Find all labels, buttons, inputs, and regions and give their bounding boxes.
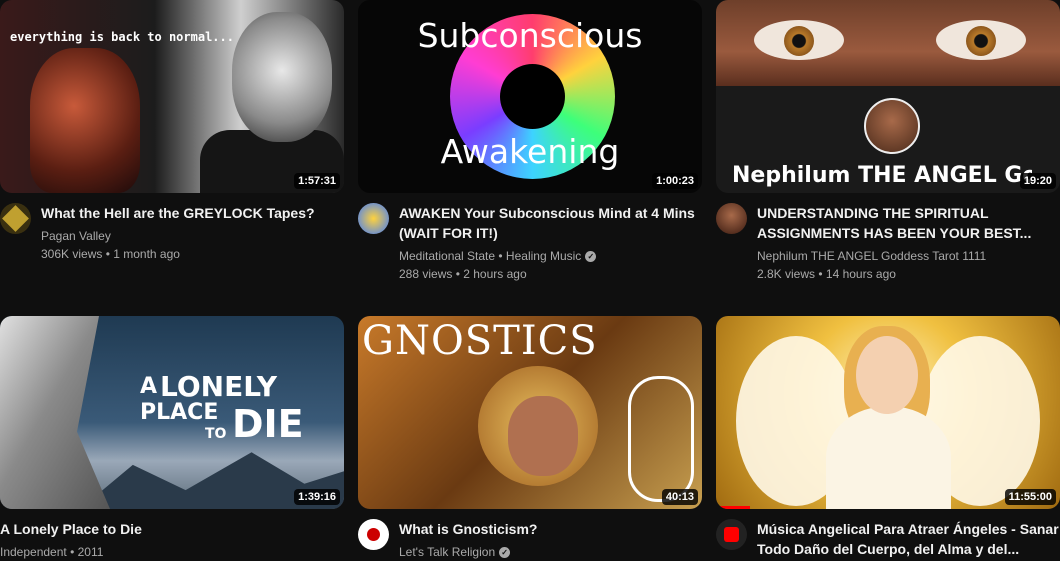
video-card[interactable]: GNOSTICS 40:13 What is Gnosticism? Let's… (358, 316, 702, 561)
thumbnail-caption: PLACE (140, 400, 219, 425)
thumbnail-caption: GNOSTICS (362, 318, 598, 364)
thumbnail-caption: everything is back to normal... (10, 30, 234, 44)
channel-avatar[interactable] (716, 519, 747, 550)
video-stats: 288 views • 2 hours ago (399, 267, 527, 281)
channel-name[interactable]: Let's Talk Religion ✓ (399, 543, 702, 561)
duration-badge: 1:39:16 (294, 489, 340, 505)
video-title[interactable]: Música Angelical Para Atraer Ángeles - S… (757, 519, 1060, 559)
video-thumbnail[interactable]: GNOSTICS 40:13 (358, 316, 702, 509)
video-thumbnail[interactable]: 11:55:00 (716, 316, 1060, 509)
thumbnail-art (30, 48, 140, 193)
video-thumbnail[interactable]: A LONELY PLACE TO DIE 1:39:16 (0, 316, 344, 509)
verified-icon: ✓ (585, 251, 597, 263)
watch-progress-bar (716, 506, 751, 509)
channel-avatar[interactable] (358, 203, 389, 234)
thumbnail-caption: DIE (232, 402, 304, 446)
video-title[interactable]: AWAKEN Your Subconscious Mind at 4 Mins … (399, 203, 702, 243)
video-card[interactable]: everything is back to normal... 1:57:31 … (0, 0, 344, 263)
video-thumbnail[interactable]: Subconscious Awakening 1:00:23 (358, 0, 702, 193)
video-title[interactable]: What the Hell are the GREYLOCK Tapes? (41, 203, 344, 223)
thumbnail-art (856, 336, 918, 414)
channel-name[interactable]: Independent • 2011 (0, 543, 344, 561)
thumbnail-art (232, 12, 332, 142)
thumbnail-caption: Subconscious (417, 16, 643, 55)
thumbnail-art (0, 316, 110, 509)
video-card[interactable]: Subconscious Awakening 1:00:23 AWAKEN Yo… (358, 0, 702, 283)
thumbnail-art (716, 0, 1060, 86)
channel-name-text[interactable]: Let's Talk Religion (399, 545, 495, 559)
video-thumbnail[interactable]: Nephilum THE ANGEL Goddess 19:20 (716, 0, 1060, 193)
thumbnail-art (826, 406, 951, 509)
thumbnail-art (628, 376, 694, 502)
video-card[interactable]: 11:55:00 Música Angelical Para Atraer Án… (716, 316, 1060, 559)
thumbnail-caption: A (140, 374, 158, 399)
duration-badge: 1:00:23 (652, 173, 698, 189)
thumbnail-art (864, 98, 920, 154)
verified-icon: ✓ (499, 547, 511, 559)
thumbnail-art (508, 396, 578, 476)
thumbnail-caption: LONELY (160, 370, 277, 403)
channel-avatar[interactable] (0, 203, 31, 234)
channel-avatar[interactable] (358, 519, 389, 550)
duration-badge: 40:13 (661, 489, 698, 505)
channel-name[interactable]: Nephilum THE ANGEL Goddess Tarot 1111 (757, 247, 1060, 265)
video-title[interactable]: What is Gnosticism? (399, 519, 702, 539)
video-card[interactable]: Nephilum THE ANGEL Goddess 19:20 UNDERST… (716, 0, 1060, 283)
video-card[interactable]: A LONELY PLACE TO DIE 1:39:16 A Lonely P… (0, 316, 344, 561)
video-thumbnail[interactable]: everything is back to normal... 1:57:31 (0, 0, 344, 193)
channel-name[interactable]: Pagan Valley (41, 227, 344, 245)
duration-badge: 11:55:00 (1004, 489, 1056, 505)
duration-badge: 1:57:31 (294, 173, 340, 189)
video-title[interactable]: A Lonely Place to Die (0, 519, 344, 539)
thumbnail-art (500, 64, 565, 129)
video-stats: 306K views • 1 month ago (41, 247, 180, 261)
video-title[interactable]: UNDERSTANDING THE SPIRITUAL ASSIGNMENTS … (757, 203, 1060, 243)
channel-avatar[interactable] (716, 203, 747, 234)
duration-badge: 19:20 (1019, 173, 1056, 189)
channel-name-text[interactable]: Meditational State • Healing Music (399, 249, 581, 263)
thumbnail-caption: TO (205, 426, 227, 442)
video-stats: 2.8K views • 14 hours ago (757, 267, 896, 281)
thumbnail-caption: Awakening (440, 132, 620, 171)
channel-name[interactable]: Meditational State • Healing Music ✓ (399, 247, 702, 265)
thumbnail-caption: Nephilum THE ANGEL Goddess (732, 163, 1032, 188)
